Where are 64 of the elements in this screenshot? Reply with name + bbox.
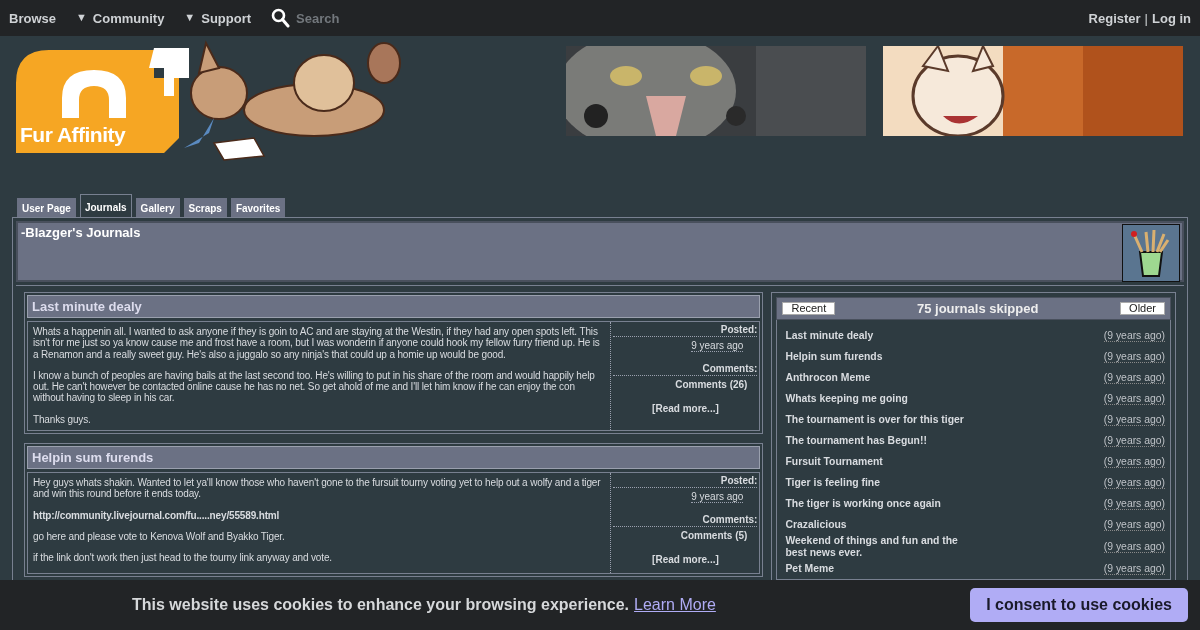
recent-button[interactable]: Recent <box>782 302 836 315</box>
separator-text: | <box>1144 10 1148 26</box>
posted-date: 9 years ago <box>691 340 744 352</box>
journal-paragraph: I know a bunch of peoples are having bails at the last second too. He's willing to put in his share of the room and would happily help out. He can't however be contacted online cause he has no net. So get ahold of me and I'll let him know if he can enjoy the con without having to sleep in his car. <box>33 369 596 404</box>
journal-time: (9 years ago) <box>1103 371 1165 384</box>
search-icon[interactable] <box>271 8 291 28</box>
journal-list-link[interactable]: Fursuit Tournament <box>785 455 966 468</box>
journal-list-link[interactable]: Anthrocon Meme <box>785 371 966 384</box>
journal-paragraph: Hey guys whats shakin. Wanted to let ya'll know those who haven't gone to the fursuit tourny voting yet to help out a wolfy and a tiger and win this round before it ends today. <box>33 477 602 500</box>
journal-list-link[interactable]: Whats keeping me going <box>785 392 966 405</box>
posted-label: Posted: <box>613 323 758 337</box>
comments-link[interactable]: Comments (26) <box>675 379 748 390</box>
journal-time: (9 years ago) <box>1103 329 1165 342</box>
posted-label: Posted: <box>613 474 758 489</box>
read-more-link[interactable]: [Read more...] <box>652 554 719 566</box>
journal-list-link[interactable]: The tournament is over for this tiger <box>785 413 966 426</box>
journal-time: (9 years ago) <box>1103 540 1165 553</box>
search-field[interactable]: Search <box>294 9 419 27</box>
journal-time: (9 years ago) <box>1103 518 1165 531</box>
login-link[interactable]: Log in <box>1152 10 1191 26</box>
tab[interactable]: Favorites <box>230 198 286 217</box>
nav-link[interactable]: ▼ Community <box>75 10 165 26</box>
journal-title[interactable]: Helpin sum furends <box>27 446 761 470</box>
journal-paragraph: go here and please vote to Kenova Wolf and Byakko Tiger. <box>33 530 286 543</box>
learn-more-link[interactable]: Learn More <box>634 596 716 614</box>
journal-paragraph: Thanks guys. <box>33 413 92 426</box>
journal-list-link[interactable]: Weekend of things and fun and the best news ever. <box>785 535 966 558</box>
journal-list-link[interactable]: Pet Meme <box>785 562 966 575</box>
journal-list-link[interactable]: The tiger is working once again <box>785 497 966 510</box>
older-button[interactable]: Older <box>1120 302 1165 315</box>
sidebar-title: 75 journals skipped <box>917 301 1039 316</box>
comments-label: Comments: <box>613 362 758 376</box>
journal-title[interactable]: Last minute dealy <box>27 295 761 318</box>
tab[interactable]: User Page <box>17 198 76 217</box>
journal-time: (9 years ago) <box>1103 455 1165 468</box>
journal-time: (9 years ago) <box>1103 392 1165 405</box>
journal-list-link[interactable]: Helpin sum furends <box>785 350 966 363</box>
tab[interactable]: Scraps <box>183 198 227 217</box>
journal-paragraph: Whats a happenin all. I wanted to ask anyone if they is goin to AC and are staying at the Westin, if they had any open spots left. This isn't for me just so ya know cause me and frost have a room, but I was wonderin if anyone could hook my fellow furry friend up. He is a Renamon and a really sweet guy. He's also a juggalo so any ninja's that could up a homie up would be good. <box>33 326 601 360</box>
tab[interactable]: Gallery <box>135 198 180 217</box>
journal-list-link[interactable]: Tiger is feeling fine <box>785 476 966 489</box>
logo-text: Fur Affinity <box>20 123 126 147</box>
consent-button[interactable]: I consent to use cookies <box>970 588 1188 622</box>
journal-time: (9 years ago) <box>1103 350 1165 363</box>
journal-list-link[interactable]: Crazalicious <box>785 518 966 531</box>
journal-time: (9 years ago) <box>1103 562 1165 575</box>
comments-label: Comments: <box>613 513 758 528</box>
journal-paragraph: if the link don't work then just head to the tourny link anyway and vote. <box>33 552 333 564</box>
journal-link[interactable]: http://community.livejournal.com/fu.....ney/55589.html <box>33 509 607 521</box>
register-link[interactable]: Register <box>1088 10 1141 26</box>
comments-link[interactable]: Comments (5) <box>680 530 748 542</box>
journal-list-link[interactable]: The tournament has Begun!! <box>785 434 966 447</box>
nav-link[interactable]: Browse <box>9 10 56 26</box>
tab[interactable]: Journals <box>79 194 132 217</box>
journal-time: (9 years ago) <box>1103 434 1165 447</box>
journal-list-link[interactable]: Last minute dealy <box>785 329 966 342</box>
posted-date: 9 years ago <box>691 491 744 504</box>
journal-time: (9 years ago) <box>1103 476 1165 489</box>
nav-link[interactable]: ▼ Support <box>184 10 252 26</box>
cookie-message: This website uses cookies to enhance your browsing experience. <box>132 596 630 614</box>
read-more-link[interactable]: [Read more...] <box>652 403 719 414</box>
page-title: -Blazger's Journals <box>20 225 141 242</box>
journal-time: (9 years ago) <box>1103 497 1165 510</box>
journal-time: (9 years ago) <box>1103 413 1165 426</box>
